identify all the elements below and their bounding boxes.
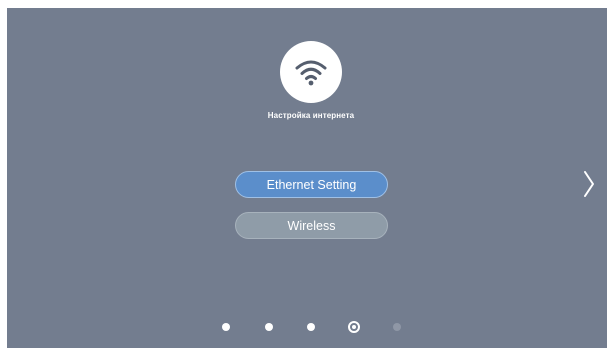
page-dot-4[interactable] (348, 321, 360, 333)
chevron-right-icon[interactable] (580, 168, 598, 200)
wifi-icon (280, 41, 342, 103)
page-dot-2[interactable] (265, 323, 273, 331)
wireless-button[interactable]: Wireless (235, 212, 388, 239)
pagination-dots (7, 321, 607, 333)
wifi-icon-glyph (295, 60, 327, 86)
page-dot-1[interactable] (222, 323, 230, 331)
page-dot-5[interactable] (393, 323, 401, 331)
page-dot-3[interactable] (307, 323, 315, 331)
ethernet-setting-button[interactable]: Ethernet Setting (235, 171, 388, 198)
page-title: Настройка интернета (267, 111, 355, 120)
setup-screen: Настройка интернета Ethernet Setting Wir… (7, 8, 607, 348)
